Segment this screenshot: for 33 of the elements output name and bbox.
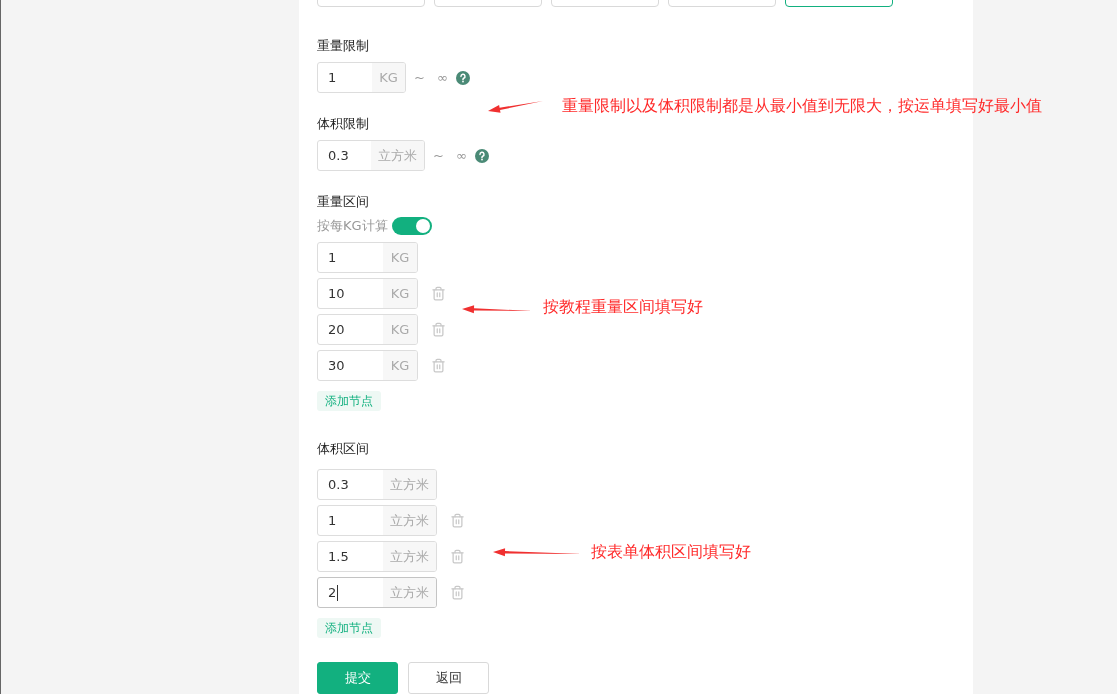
range-separator: ~ bbox=[414, 70, 425, 85]
number-input[interactable]: 2 立方米 bbox=[317, 577, 437, 608]
field-label: 体积限制 bbox=[317, 116, 369, 132]
delete-icon[interactable] bbox=[450, 549, 465, 564]
annotation-text: 按教程重量区间填写好 bbox=[543, 297, 703, 318]
annotation-text: 按表单体积区间填写好 bbox=[591, 542, 751, 563]
infinity-text: ∞ bbox=[436, 70, 448, 85]
help-icon bbox=[455, 70, 470, 85]
number-input[interactable]: 1 KG bbox=[317, 62, 406, 93]
range-separator: ~ bbox=[433, 148, 444, 163]
delete-icon[interactable] bbox=[431, 322, 446, 337]
toggle-label: 按每KG计算 bbox=[317, 217, 388, 235]
delete-icon[interactable] bbox=[431, 358, 446, 373]
number-input[interactable]: 30 KG bbox=[317, 350, 418, 381]
number-input[interactable]: 1.5 立方米 bbox=[317, 541, 437, 572]
delete-icon[interactable] bbox=[450, 513, 465, 528]
number-input[interactable]: 0.3 立方米 bbox=[317, 140, 425, 171]
number-input[interactable]: 1 立方米 bbox=[317, 505, 437, 536]
delete-icon[interactable] bbox=[431, 286, 446, 301]
number-input[interactable]: 1 KG bbox=[317, 242, 418, 273]
annotation-text: 重量限制以及体积限制都是从最小值到无限大，按运单填写好最小值 bbox=[562, 96, 1042, 117]
field-label: 重量限制 bbox=[317, 38, 369, 54]
field-label: 体积区间 bbox=[317, 441, 369, 457]
help-icon bbox=[474, 148, 489, 163]
field-label: 重量区间 bbox=[317, 194, 369, 210]
annotation-arrow bbox=[488, 101, 543, 113]
toggle-switch[interactable] bbox=[391, 217, 432, 235]
back-button[interactable]: 返回 bbox=[408, 662, 489, 694]
number-input[interactable]: 20 KG bbox=[317, 314, 418, 345]
delete-icon[interactable] bbox=[450, 585, 465, 600]
infinity-text: ∞ bbox=[455, 148, 467, 163]
number-input[interactable]: 10 KG bbox=[317, 278, 418, 309]
number-input[interactable]: 0.3 立方米 bbox=[317, 469, 437, 500]
